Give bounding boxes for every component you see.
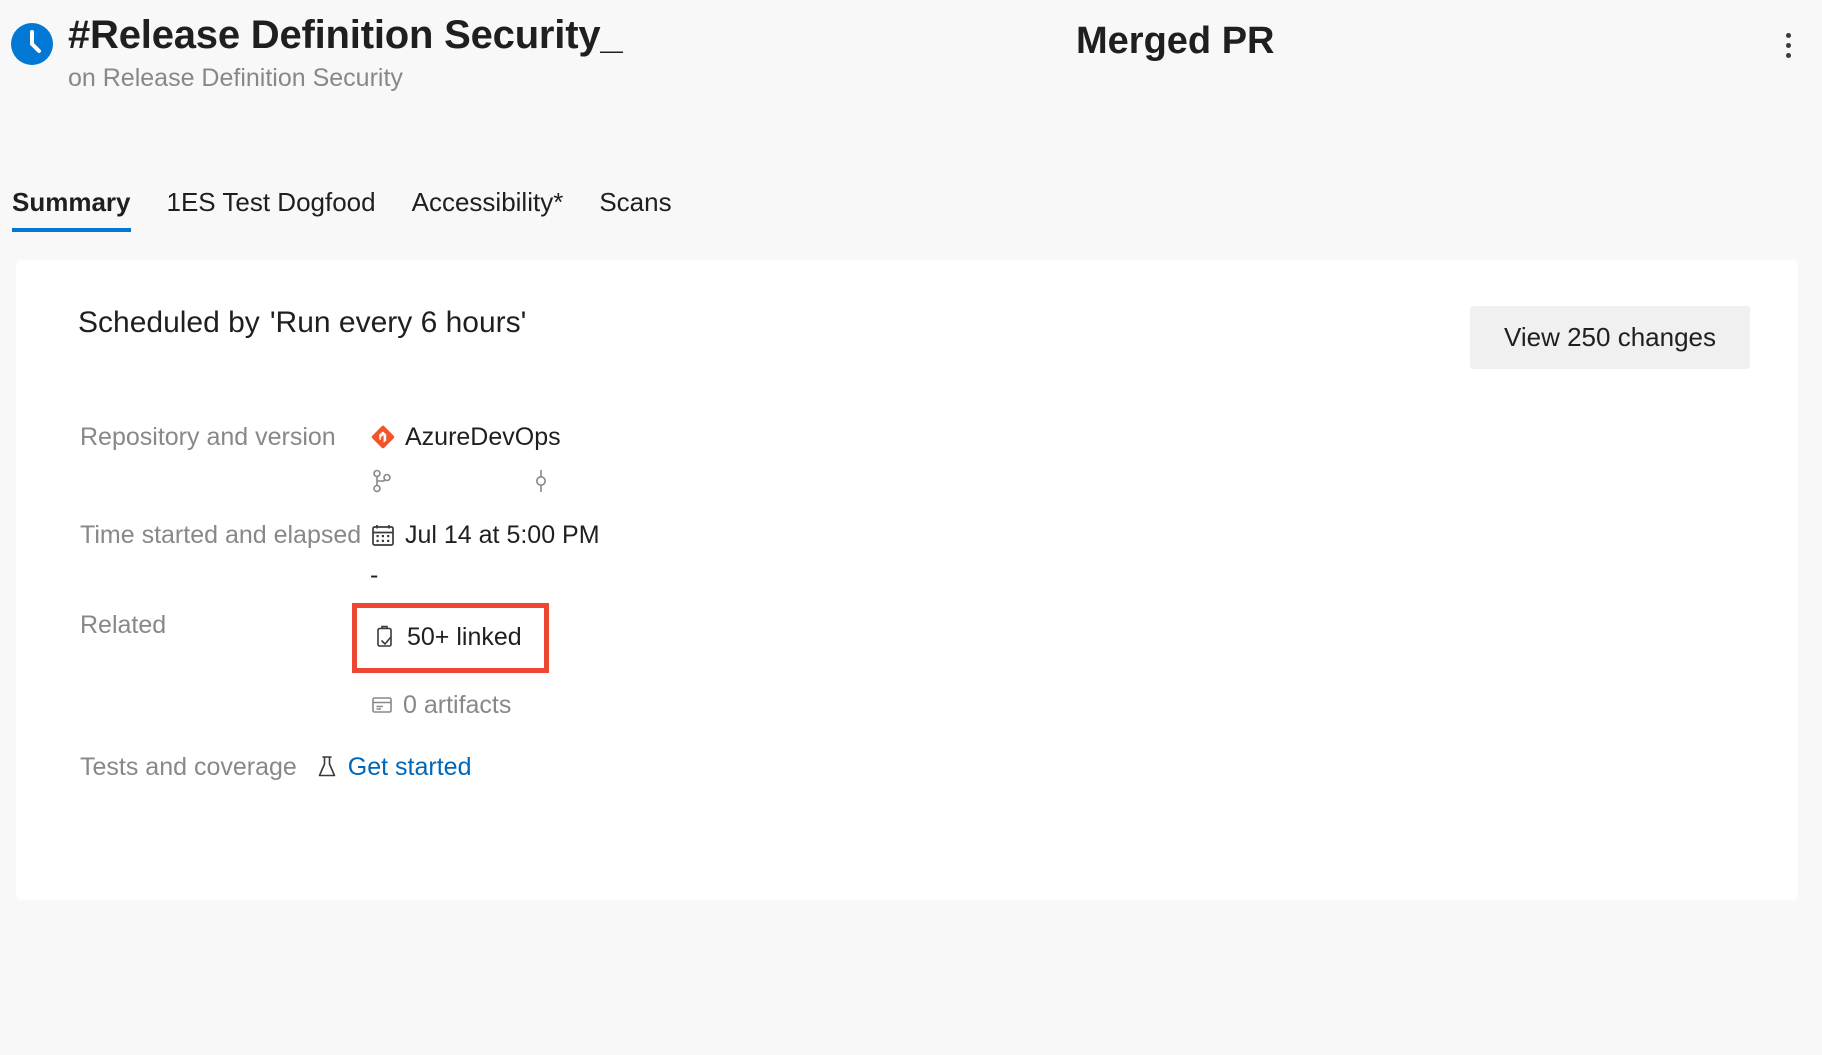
detail-value: 50+ linked 0 artifacts <box>370 603 1758 727</box>
beaker-icon <box>315 754 339 780</box>
page-title: #Release Definition Security_ <box>68 14 622 57</box>
run-summary-card: Scheduled by 'Run every 6 hours' View 250… <box>16 260 1798 900</box>
dot <box>1786 53 1791 58</box>
scheduled-by-label: Scheduled by <box>78 306 260 339</box>
tab-label: Scans <box>599 187 671 217</box>
detail-label: Tests and coverage <box>80 745 297 789</box>
artifact-icon <box>370 693 394 717</box>
artifacts-line: 0 artifacts <box>370 683 1758 727</box>
dot <box>1786 33 1791 38</box>
tab-label: Summary <box>12 187 131 217</box>
branch-icon[interactable] <box>370 468 530 494</box>
more-actions-icon[interactable] <box>1770 22 1806 68</box>
detail-value: Jul 14 at 5:00 PM - <box>370 513 1758 593</box>
title-block: #Release Definition Security_ on Release… <box>68 14 622 93</box>
repository-line[interactable]: AzureDevOps <box>370 415 1758 459</box>
azure-repos-icon <box>370 424 396 450</box>
run-details-list: Repository and version AzureDevOps <box>64 415 1758 789</box>
clock-icon <box>10 22 54 66</box>
detail-row-repository: Repository and version AzureDevOps <box>80 415 1758 503</box>
detail-value: AzureDevOps <box>370 415 1758 503</box>
detail-value: Get started <box>315 745 1758 789</box>
pipeline-subtitle: on Release Definition Security <box>68 64 622 93</box>
detail-row-time: Time started and elapsed <box>80 513 1758 593</box>
linked-work-items-value: 50+ linked <box>407 615 522 659</box>
commit-icon[interactable] <box>530 468 552 494</box>
detail-label: Time started and elapsed <box>80 513 370 557</box>
detail-row-tests: Tests and coverage Get started <box>80 745 1758 789</box>
tab-scans[interactable]: Scans <box>581 187 689 238</box>
start-time-value: Jul 14 at 5:00 PM <box>405 513 600 557</box>
start-time-line: Jul 14 at 5:00 PM <box>370 513 1758 557</box>
tests-get-started-link[interactable]: Get started <box>348 745 472 789</box>
tab-label: Accessibility* <box>412 187 564 217</box>
scheduled-by-line: Scheduled by 'Run every 6 hours' <box>64 306 526 340</box>
calendar-icon <box>370 522 396 548</box>
linked-work-items-highlight[interactable]: 50+ linked <box>352 603 549 673</box>
elapsed-value: - <box>370 560 378 590</box>
schedule-name: 'Run every 6 hours' <box>270 306 527 339</box>
repository-name: AzureDevOps <box>405 415 561 459</box>
dot <box>1786 43 1791 48</box>
tab-1es-test-dogfood[interactable]: 1ES Test Dogfood <box>149 187 394 238</box>
view-changes-button[interactable]: View 250 changes <box>1470 306 1750 369</box>
tab-label: 1ES Test Dogfood <box>167 187 376 217</box>
tests-line[interactable]: Get started <box>315 745 1758 789</box>
tab-summary[interactable]: Summary <box>10 187 149 238</box>
tab-bar: Summary 1ES Test Dogfood Accessibility* … <box>0 160 1822 238</box>
detail-label: Repository and version <box>80 415 370 459</box>
detail-label: Related <box>80 603 370 647</box>
card-header-row: Scheduled by 'Run every 6 hours' View 250… <box>64 306 1758 369</box>
detail-row-related: Related 50+ linked <box>80 603 1758 727</box>
tab-accessibility[interactable]: Accessibility* <box>394 187 582 238</box>
repository-ref-icons <box>370 459 1758 503</box>
work-item-icon <box>373 624 397 650</box>
page-header: #Release Definition Security_ on Release… <box>0 0 1822 160</box>
artifacts-value: 0 artifacts <box>403 683 511 727</box>
elapsed-line: - <box>370 557 1758 593</box>
status-badge: Merged PR <box>1076 20 1274 63</box>
header-row: #Release Definition Security_ on Release… <box>10 14 1798 93</box>
